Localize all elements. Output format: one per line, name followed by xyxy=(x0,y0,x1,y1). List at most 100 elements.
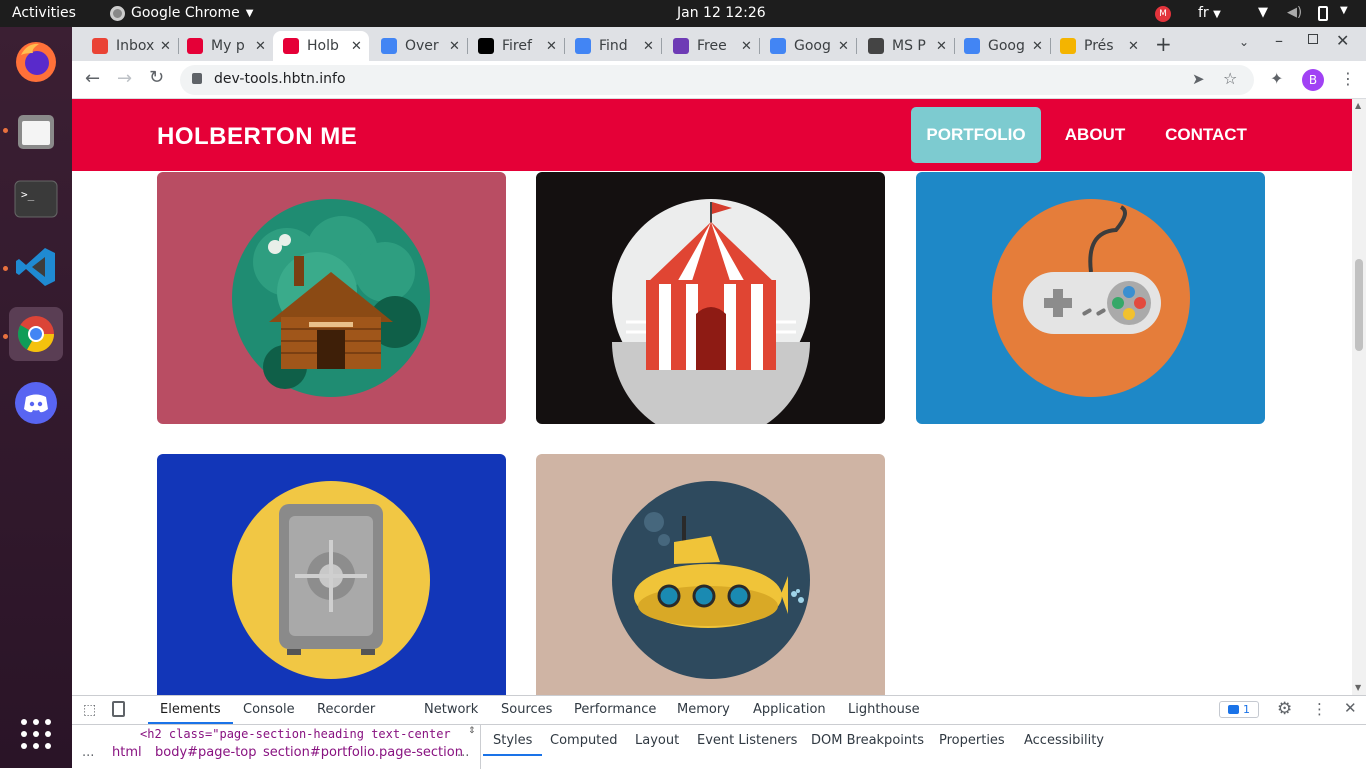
close-window-button[interactable]: ✕ xyxy=(1336,31,1349,50)
breadcrumb-more[interactable]: ... xyxy=(457,745,469,760)
pane-tab-layout[interactable]: Layout xyxy=(635,733,679,748)
ms-icon xyxy=(868,38,884,54)
nav-contact[interactable]: CONTACT xyxy=(1152,107,1260,163)
scrollbar-thumb[interactable] xyxy=(1355,259,1363,351)
tab-1[interactable]: My p ✕ xyxy=(177,31,273,61)
tab-3[interactable]: Over ✕ xyxy=(371,31,467,61)
tab-0[interactable]: Inbox ✕ xyxy=(82,31,178,61)
tab-9[interactable]: Goog ✕ xyxy=(954,31,1050,61)
close-tab-icon[interactable]: ✕ xyxy=(643,39,654,54)
tab-5[interactable]: Find ✕ xyxy=(565,31,661,61)
close-tab-icon[interactable]: ✕ xyxy=(160,39,171,54)
bookmark-star-icon[interactable]: ☆ xyxy=(1223,69,1237,88)
tab-search-chevron-icon[interactable]: ⌄ xyxy=(1239,35,1249,49)
page-scrollbar[interactable]: ▲ ▼ xyxy=(1352,99,1366,695)
devtools-tab-performance[interactable]: Performance xyxy=(574,702,656,717)
volume-icon[interactable]: ◀) xyxy=(1287,5,1302,20)
devtools-tab-memory[interactable]: Memory xyxy=(677,702,730,717)
files-dock-item[interactable] xyxy=(9,104,63,158)
discord-dock-item[interactable] xyxy=(9,376,63,430)
pane-tab-properties[interactable]: Properties xyxy=(939,733,1005,748)
tab-6[interactable]: Free ✕ xyxy=(663,31,759,61)
portfolio-item-safe[interactable] xyxy=(157,454,506,695)
scroll-arrows-icon[interactable]: ⇕ xyxy=(468,726,476,736)
devtools-tab-console[interactable]: Console xyxy=(243,702,295,717)
scroll-up-icon[interactable]: ▲ xyxy=(1355,101,1361,110)
device-toolbar-icon[interactable] xyxy=(112,701,125,717)
site-brand[interactable]: HOLBERTON ME xyxy=(157,123,357,151)
back-button[interactable]: ← xyxy=(85,68,100,89)
tab-7[interactable]: Goog ✕ xyxy=(760,31,856,61)
close-tab-icon[interactable]: ✕ xyxy=(936,39,947,54)
chrome-dock-item[interactable] xyxy=(9,307,63,361)
tab-10[interactable]: Prés ✕ xyxy=(1050,31,1146,61)
tab-2[interactable]: Holb ✕ xyxy=(273,31,369,61)
devtools-tab-recorder[interactable]: Recorder xyxy=(317,702,375,717)
app-menu[interactable]: Google Chrome ▼ xyxy=(110,5,253,21)
devtools-tab-elements[interactable]: Elements xyxy=(148,702,233,724)
pane-tab-styles[interactable]: Styles xyxy=(483,733,543,756)
reload-button[interactable]: ↻ xyxy=(149,67,164,88)
pane-tab-event-listeners[interactable]: Event Listeners xyxy=(697,733,797,748)
close-tab-icon[interactable]: ✕ xyxy=(1128,39,1139,54)
close-tab-icon[interactable]: ✕ xyxy=(838,39,849,54)
terminal-dock-item[interactable]: >_ xyxy=(9,172,63,226)
portfolio-item-circus-tent[interactable] xyxy=(536,172,885,424)
nav-portfolio[interactable]: PORTFOLIO xyxy=(911,107,1041,163)
activities-button[interactable]: Activities xyxy=(12,5,76,21)
profile-avatar[interactable]: B xyxy=(1302,69,1324,91)
battery-icon[interactable] xyxy=(1318,6,1328,21)
minimize-button[interactable]: – xyxy=(1275,31,1283,50)
inspect-element-icon[interactable]: ⬚ xyxy=(83,702,96,718)
breadcrumb-html[interactable]: html xyxy=(112,745,142,760)
close-devtools-button[interactable]: ✕ xyxy=(1344,699,1357,717)
pane-divider xyxy=(480,725,481,769)
address-bar[interactable]: dev-tools.hbtn.info ➤ ☆ xyxy=(180,65,1254,95)
issues-badge[interactable]: 1 xyxy=(1219,701,1259,718)
forward-button[interactable]: → xyxy=(117,68,132,89)
portfolio-item-game-controller[interactable] xyxy=(916,172,1265,424)
breadcrumb-section[interactable]: section#portfolio.page-section xyxy=(263,745,463,760)
submarine-icon xyxy=(612,481,810,679)
url-text[interactable]: dev-tools.hbtn.info xyxy=(214,71,346,87)
breadcrumb-lead[interactable]: ... xyxy=(82,745,94,760)
firefox-dock-item[interactable] xyxy=(9,35,63,89)
scroll-down-icon[interactable]: ▼ xyxy=(1355,683,1361,692)
clock[interactable]: Jan 12 12:26 xyxy=(677,5,766,21)
notification-icon[interactable]: M xyxy=(1155,6,1171,22)
close-tab-icon[interactable]: ✕ xyxy=(351,39,362,54)
close-tab-icon[interactable]: ✕ xyxy=(1032,39,1043,54)
devtools-tab-application[interactable]: Application xyxy=(753,702,826,717)
slides-icon xyxy=(1060,38,1076,54)
devtools-tab-sources[interactable]: Sources xyxy=(501,702,552,717)
wifi-icon[interactable]: ▼ xyxy=(1258,5,1268,20)
devtools-menu-icon[interactable]: ⋮ xyxy=(1312,700,1327,718)
vscode-dock-item[interactable] xyxy=(9,240,63,294)
extensions-puzzle-icon[interactable]: ✦ xyxy=(1270,69,1283,88)
lock-icon[interactable] xyxy=(192,73,202,84)
send-tab-icon[interactable]: ➤ xyxy=(1192,70,1205,88)
breadcrumb-body[interactable]: body#page-top xyxy=(155,745,257,760)
chevron-down-icon[interactable]: ▼ xyxy=(1340,5,1348,16)
pane-tab-accessibility[interactable]: Accessibility xyxy=(1024,733,1104,748)
pane-tab-computed[interactable]: Computed xyxy=(550,733,618,748)
maximize-button[interactable] xyxy=(1308,34,1318,44)
settings-gear-icon[interactable]: ⚙ xyxy=(1277,699,1292,719)
portfolio-item-submarine[interactable] xyxy=(536,454,885,695)
close-tab-icon[interactable]: ✕ xyxy=(741,39,752,54)
close-tab-icon[interactable]: ✕ xyxy=(255,39,266,54)
new-tab-button[interactable]: + xyxy=(1155,32,1172,56)
close-tab-icon[interactable]: ✕ xyxy=(546,39,557,54)
dom-code-line[interactable]: <h2 class="page-section-heading text-cen… xyxy=(140,727,470,741)
chrome-menu-icon[interactable]: ⋮ xyxy=(1340,69,1356,88)
keyboard-layout[interactable]: fr ▼ xyxy=(1198,5,1221,21)
tab-8[interactable]: MS P ✕ xyxy=(858,31,954,61)
portfolio-item-cabin[interactable] xyxy=(157,172,506,424)
show-apps-button[interactable] xyxy=(9,707,63,761)
nav-about[interactable]: ABOUT xyxy=(1052,107,1138,163)
devtools-tab-lighthouse[interactable]: Lighthouse xyxy=(848,702,920,717)
devtools-tab-network[interactable]: Network xyxy=(424,702,478,717)
close-tab-icon[interactable]: ✕ xyxy=(449,39,460,54)
pane-tab-dom-breakpoints[interactable]: DOM Breakpoints xyxy=(811,733,924,748)
tab-4[interactable]: Firef ✕ xyxy=(468,31,564,61)
